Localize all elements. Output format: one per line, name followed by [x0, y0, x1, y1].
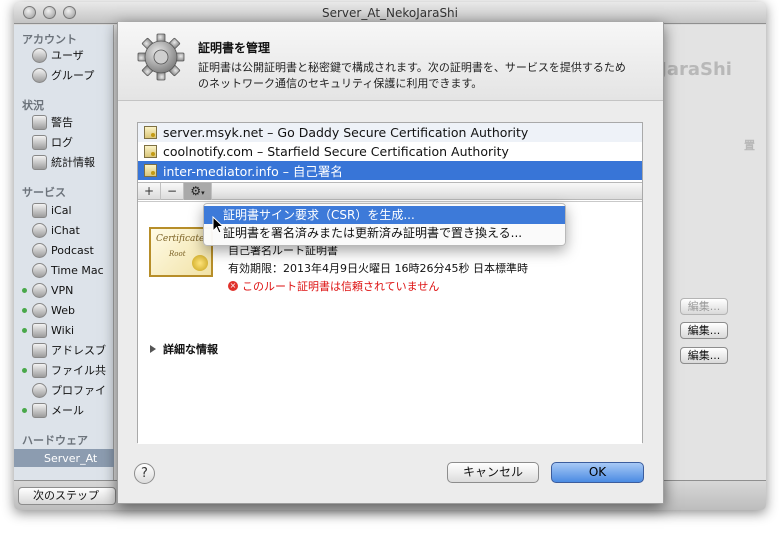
sheet-header: 証明書を管理 証明書は公開証明書と秘密鍵で構成されます。次の証明書を、サービスを…	[118, 22, 663, 101]
sidebar-item-wiki[interactable]: Wiki	[22, 321, 114, 339]
sidebar-section-hardware: ハードウェア	[22, 434, 88, 447]
list-item[interactable]: server.msyk.net – Go Daddy Secure Certif…	[138, 123, 642, 142]
seal-icon	[192, 255, 208, 271]
edit-button-2[interactable]: 編集...	[680, 322, 728, 339]
ok-button[interactable]: OK	[551, 462, 644, 483]
status-dot	[22, 327, 27, 333]
ghost-column-header: 置	[744, 139, 755, 152]
next-step-button[interactable]: 次のステップ	[18, 487, 116, 505]
sidebar-item-ichat[interactable]: iChat	[22, 221, 114, 239]
status-dot	[22, 367, 27, 373]
sidebar-item-web[interactable]: Web	[22, 301, 114, 319]
sidebar-item-mail[interactable]: メール	[22, 401, 114, 419]
user-icon	[32, 47, 47, 63]
sidebar-item-ical[interactable]: iCal	[22, 201, 114, 219]
list-item[interactable]: coolnotify.com – Starfield Secure Certif…	[138, 142, 642, 161]
podcast-icon	[32, 242, 47, 258]
sidebar-section-status: 状況	[22, 99, 44, 112]
wiki-icon	[32, 322, 47, 338]
list-item-selected[interactable]: inter-mediator.info – 自己署名	[138, 161, 642, 180]
sidebar-item-groups[interactable]: グループ	[22, 66, 114, 84]
edit-button-1[interactable]: 編集...	[680, 298, 728, 315]
title-bar[interactable]: Server_At_NekoJaraShi	[14, 2, 766, 24]
sidebar-item-file-sharing[interactable]: ファイル共	[22, 361, 114, 379]
gear-icon	[137, 33, 185, 81]
sidebar-item-server[interactable]: Server_At	[14, 449, 114, 467]
certificate-expiry: 有効期限：2013年4月9日火曜日 16時26分45秒 日本標準時	[228, 262, 528, 275]
sidebar-item-stats[interactable]: 統計情報	[22, 153, 114, 171]
web-icon	[32, 302, 47, 318]
disclosure-triangle-icon	[150, 345, 156, 353]
certificate-icon	[144, 126, 157, 139]
sidebar-item-address-book[interactable]: アドレスブ	[22, 341, 114, 359]
certificate-icon	[144, 164, 157, 177]
action-context-menu: 証明書サイン要求（CSR）を生成... 証明書を署名済みまたは更新済み証明書で置…	[203, 203, 566, 246]
sidebar-item-profile-manager[interactable]: プロファイ	[22, 381, 114, 399]
sidebar-item-logs[interactable]: ログ	[22, 133, 114, 151]
sidebar-item-vpn[interactable]: VPN	[22, 281, 114, 299]
profile-icon	[32, 382, 47, 398]
action-menu-button[interactable]: ⚙▾	[184, 183, 212, 200]
error-icon: ×	[228, 281, 238, 291]
gear-icon: ⚙	[190, 184, 202, 198]
sidebar-section-services: サービス	[22, 186, 66, 199]
vpn-icon	[32, 282, 47, 298]
address-book-icon	[32, 342, 47, 358]
list-toolbar: + − ⚙▾	[138, 182, 642, 200]
edit-button-3[interactable]: 編集...	[680, 347, 728, 364]
sidebar-item-time-machine[interactable]: Time Mac	[22, 261, 114, 279]
alert-icon	[32, 114, 47, 130]
remove-certificate-button[interactable]: −	[161, 183, 184, 200]
sidebar: アカウント ユーザ グループ 状況 警告 ログ 統計情報 サービス iCal i…	[14, 25, 114, 480]
add-certificate-button[interactable]: +	[138, 183, 161, 200]
status-dot	[22, 307, 27, 313]
certificate-panel: server.msyk.net – Go Daddy Secure Certif…	[137, 122, 643, 444]
certificate-icon	[144, 145, 157, 158]
group-icon	[32, 67, 47, 83]
mouse-cursor-icon	[212, 216, 224, 234]
sidebar-item-podcast[interactable]: Podcast	[22, 241, 114, 259]
manage-certificates-sheet: 証明書を管理 証明書は公開証明書と秘密鍵で構成されます。次の証明書を、サービスを…	[117, 22, 664, 504]
sheet-title: 証明書を管理	[198, 41, 271, 55]
menu-item-replace-certificate[interactable]: 証明書を署名済みまたは更新済み証明書で置き換える...	[204, 224, 565, 242]
cancel-button[interactable]: キャンセル	[447, 462, 539, 483]
sidebar-item-alerts[interactable]: 警告	[22, 113, 114, 131]
log-icon	[32, 134, 47, 150]
stats-icon	[32, 154, 47, 170]
mail-icon	[32, 402, 47, 418]
status-dot	[22, 287, 27, 293]
status-dot	[22, 407, 27, 413]
file-sharing-icon	[32, 362, 47, 378]
sidebar-section-accounts: アカウント	[22, 33, 77, 46]
chevron-down-icon: ▾	[201, 189, 205, 197]
certificate-list[interactable]: server.msyk.net – Go Daddy Secure Certif…	[138, 123, 642, 182]
help-button[interactable]: ?	[134, 463, 155, 484]
trust-warning: × このルート証明書は信頼されていません	[228, 280, 440, 293]
details-disclosure[interactable]: 詳細な情報	[150, 341, 218, 357]
calendar-icon	[32, 202, 47, 218]
window-title: Server_At_NekoJaraShi	[321, 6, 458, 20]
menu-item-generate-csr[interactable]: 証明書サイン要求（CSR）を生成...	[204, 206, 565, 224]
sidebar-item-users[interactable]: ユーザ	[22, 46, 114, 64]
sheet-description: 証明書は公開証明書と秘密鍵で構成されます。次の証明書を、サービスを提供するための…	[198, 61, 626, 90]
time-machine-icon	[32, 262, 47, 278]
chat-icon	[32, 222, 47, 238]
